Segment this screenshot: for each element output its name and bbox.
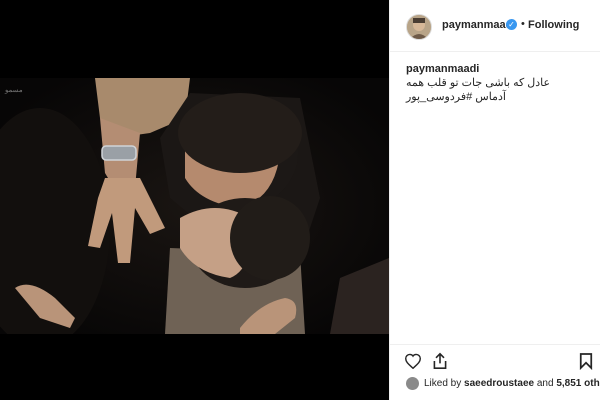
post-header: paymanmaadi ✓ • Following	[390, 0, 600, 52]
liker-username[interactable]: saeedroustaee	[464, 378, 534, 389]
following-button[interactable]: Following	[528, 19, 579, 31]
bookmark-icon[interactable]	[579, 352, 593, 370]
post-caption: paymanmaadi عادل که باشی جات تو قلب همه …	[406, 62, 592, 104]
likes-and: and	[536, 378, 554, 389]
avatar[interactable]	[406, 14, 432, 40]
likes-count-link[interactable]: 5,851 others	[556, 378, 600, 389]
likes-prefix: Liked by	[424, 378, 465, 389]
share-icon[interactable]	[432, 352, 448, 370]
post-sidebar: paymanmaadi ✓ • Following paymanmaadi عا…	[389, 0, 600, 400]
username-link[interactable]: paymanmaadi	[442, 19, 515, 31]
separator-dot: •	[521, 18, 525, 30]
action-bar	[390, 344, 600, 372]
caption-username[interactable]: paymanmaadi	[406, 63, 479, 75]
post-photo[interactable]: ﻣﺴﻤﻮ	[0, 78, 389, 334]
likes-summary: Liked by saeedroustaee and 5,851 others	[424, 378, 600, 389]
photo-watermark: ﻣﺴﻤﻮ	[4, 87, 23, 94]
post-image-panel[interactable]: ﻣﺴﻤﻮ	[0, 0, 389, 400]
verified-badge-icon: ✓	[506, 19, 517, 30]
liker-avatar[interactable]	[406, 377, 419, 390]
caption-text-line2[interactable]: آدماس #فردوسی_پور	[406, 90, 592, 104]
heart-icon[interactable]	[404, 353, 422, 369]
caption-text-line1: عادل که باشی جات تو قلب همه	[406, 77, 551, 89]
